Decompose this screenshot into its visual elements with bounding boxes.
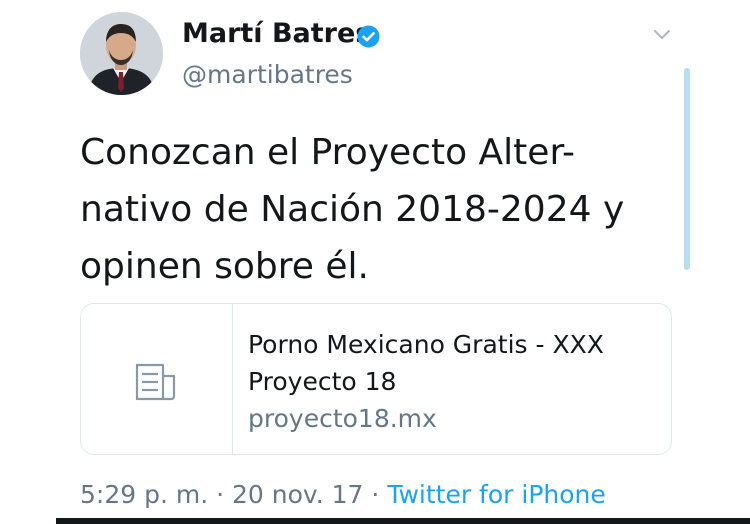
user-handle[interactable]: @martibatres bbox=[182, 60, 353, 89]
link-card[interactable]: Porno Mexicano Gratis - XXX Proyecto 18 … bbox=[80, 303, 672, 455]
tweet-text-line: nativo de Nación 2018-2024 y bbox=[80, 189, 625, 230]
tweet-time[interactable]: 5:29 p. m. bbox=[80, 480, 208, 509]
card-title-line: Proyecto 18 bbox=[248, 367, 397, 396]
tweet-text-line: Conozcan el Proyecto Alter- bbox=[80, 132, 575, 173]
tweet: Martí Batres @martibatres Conozcan el Pr… bbox=[0, 0, 750, 524]
tweet-date[interactable]: 20 nov. 17 bbox=[232, 480, 363, 509]
meta-separator: · bbox=[363, 480, 388, 509]
card-thumbnail bbox=[81, 304, 233, 454]
tweet-source-link[interactable]: Twitter for iPhone bbox=[387, 480, 605, 509]
divider bbox=[56, 518, 750, 524]
avatar[interactable] bbox=[80, 12, 163, 95]
card-title: Porno Mexicano Gratis - XXX Proyecto 18 bbox=[248, 326, 658, 400]
tweet-meta: 5:29 p. m. · 20 nov. 17 · Twitter for iP… bbox=[80, 480, 606, 509]
verified-badge-icon bbox=[357, 25, 380, 48]
display-name[interactable]: Martí Batres bbox=[182, 18, 371, 49]
avatar-image bbox=[80, 12, 163, 95]
scrollbar[interactable] bbox=[684, 68, 690, 270]
meta-separator: · bbox=[208, 480, 232, 509]
tweet-text-line: opinen sobre él. bbox=[80, 246, 369, 287]
chevron-down-icon[interactable] bbox=[652, 28, 672, 42]
tweet-text: Conozcan el Proyecto Alter- nativo de Na… bbox=[80, 124, 680, 295]
card-title-line: Porno Mexicano Gratis - XXX bbox=[248, 330, 604, 359]
card-domain: proyecto18.mx bbox=[248, 404, 437, 433]
document-icon bbox=[135, 363, 176, 401]
